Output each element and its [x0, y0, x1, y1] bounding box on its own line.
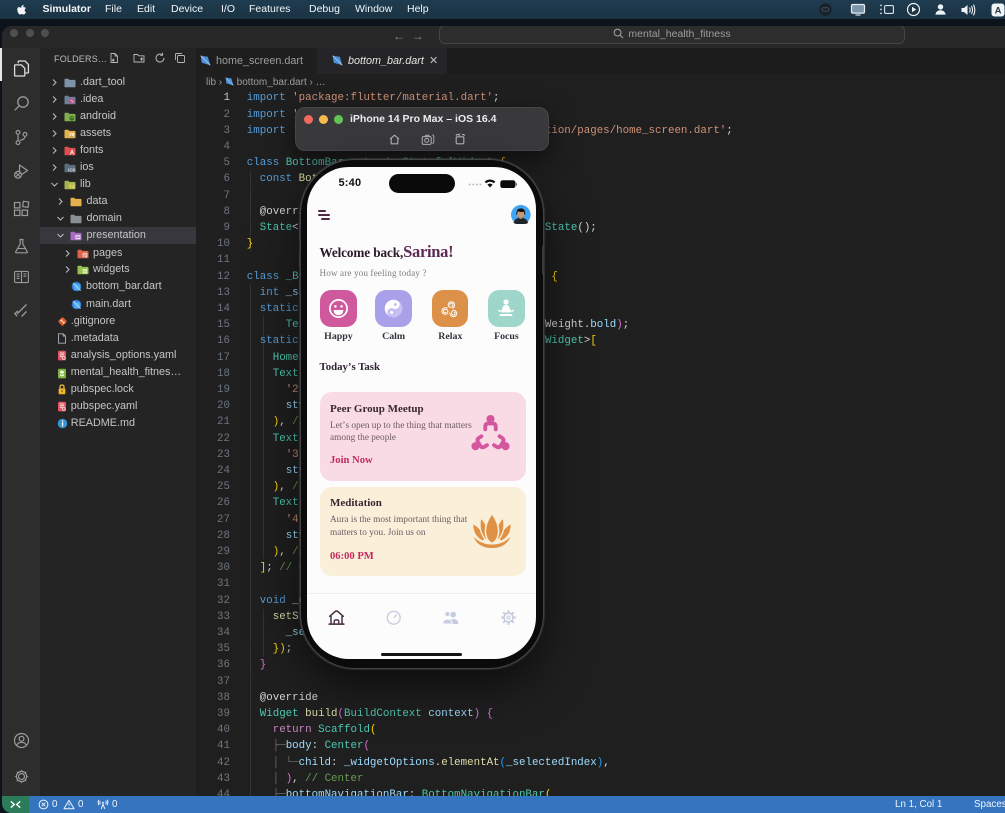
- svg-text:A: A: [70, 150, 75, 155]
- svg-text:iOS: iOS: [68, 168, 76, 173]
- svg-text:A: A: [995, 5, 1002, 16]
